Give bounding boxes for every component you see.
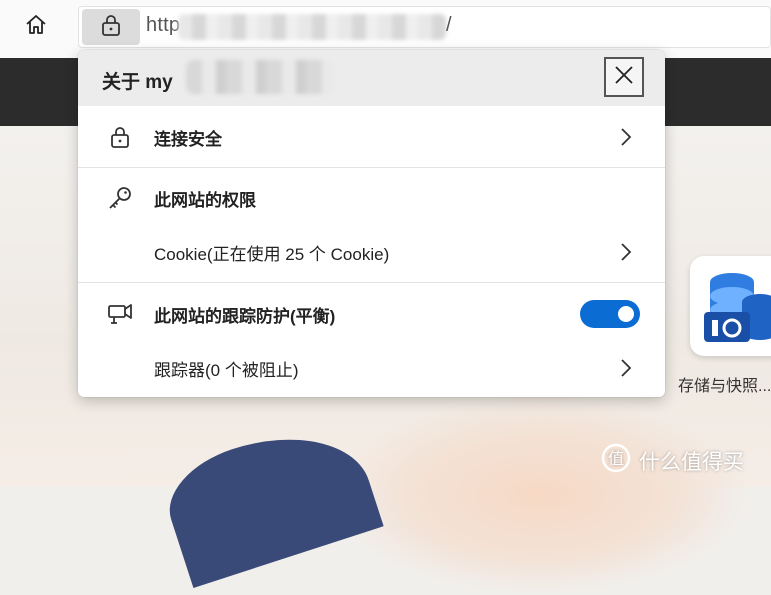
app-tile-label[interactable]: 存储与快照... bbox=[678, 372, 771, 396]
title-redacted bbox=[186, 60, 334, 94]
toggle-knob bbox=[618, 306, 634, 322]
row-label: 此网站的跟踪防护(平衡) bbox=[154, 306, 336, 326]
row-label: Cookie(正在使用 25 个 Cookie) bbox=[154, 244, 390, 264]
chevron-right-icon bbox=[616, 125, 636, 149]
watermark-logo-icon: 值 bbox=[601, 443, 631, 479]
key-icon bbox=[106, 184, 134, 212]
close-icon bbox=[614, 65, 634, 90]
site-info-button[interactable] bbox=[82, 9, 140, 45]
url-tail[interactable]: / bbox=[446, 14, 452, 37]
svg-text:值: 值 bbox=[608, 449, 624, 468]
row-site-permissions: 此网站的权限 bbox=[78, 170, 665, 226]
chevron-right-icon bbox=[616, 356, 636, 380]
lock-icon bbox=[100, 13, 122, 42]
home-icon bbox=[24, 13, 48, 42]
watermark: 值 什么值得买 bbox=[601, 443, 744, 479]
row-tracking-prevention[interactable]: 此网站的跟踪防护(平衡) bbox=[78, 286, 665, 342]
lock-icon bbox=[106, 123, 134, 151]
row-label: 此网站的权限 bbox=[154, 190, 256, 210]
watermark-text: 什么值得买 bbox=[639, 451, 744, 474]
close-button[interactable] bbox=[604, 57, 644, 97]
home-button[interactable] bbox=[16, 9, 56, 45]
divider bbox=[78, 167, 665, 168]
chevron-right-icon bbox=[616, 240, 636, 264]
divider bbox=[78, 282, 665, 283]
row-cookies[interactable]: Cookie(正在使用 25 个 Cookie) bbox=[78, 224, 665, 280]
row-label: 连接安全 bbox=[154, 129, 222, 149]
database-camera-icon bbox=[690, 273, 771, 356]
url-text[interactable]: http bbox=[146, 14, 180, 37]
tracking-camera-icon bbox=[106, 300, 134, 328]
popup-header: 关于 my bbox=[78, 50, 665, 106]
row-label: 跟踪器(0 个被阻止) bbox=[154, 360, 299, 380]
row-connection-secure[interactable]: 连接安全 bbox=[78, 109, 665, 165]
popup-title: 关于 my bbox=[102, 72, 173, 93]
row-trackers[interactable]: 跟踪器(0 个被阻止) bbox=[78, 340, 665, 396]
url-redacted bbox=[178, 14, 446, 40]
tracking-prevention-toggle[interactable] bbox=[580, 300, 640, 328]
storage-snapshot-app-tile[interactable] bbox=[690, 256, 771, 356]
site-info-popup: 关于 my 连接安全 此网站的权限 Cookie(正在使用 25 个 Cooki… bbox=[78, 50, 665, 397]
background-decoration bbox=[330, 395, 750, 595]
